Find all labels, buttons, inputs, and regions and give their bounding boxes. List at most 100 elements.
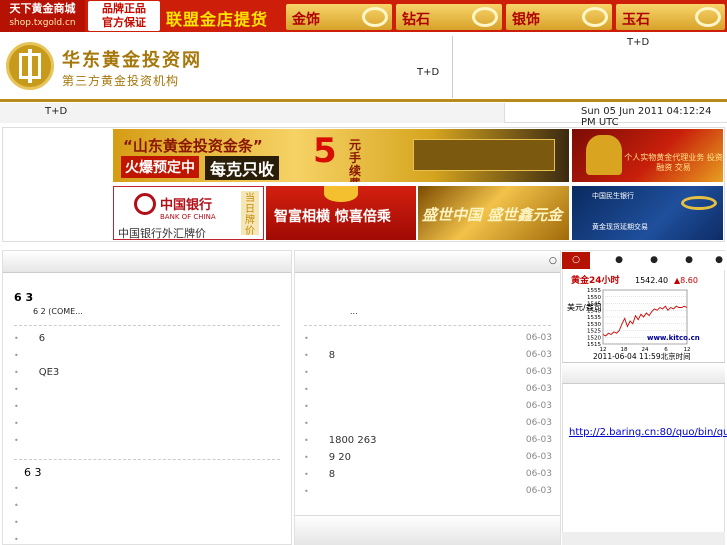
kitco-ytick: 1540 <box>587 308 601 314</box>
bullet-icon: • <box>304 470 309 479</box>
list-item[interactable]: • 06-03 <box>304 418 552 435</box>
list-item[interactable]: • <box>14 517 280 534</box>
quote-link[interactable]: http://2.baring.cn:80/quo/bin/quot <box>569 427 727 438</box>
kitco-plot-area: 15551550154515401535153015251520151512 18… <box>587 288 691 353</box>
list-item-title: 1800 263 <box>328 435 377 446</box>
kitco-title: 黄金24小时 <box>571 274 620 286</box>
list-item[interactable]: • 06-03 <box>304 384 552 401</box>
ad-per-gram: 每克只收 <box>205 156 280 180</box>
left-lead-summary[interactable]: 6 2 (COME... <box>33 307 83 316</box>
left-column-header <box>3 251 291 273</box>
list-item-title: 8 <box>328 350 336 361</box>
list-item[interactable]: • <box>14 483 280 500</box>
list-item-title: 8 <box>328 469 336 480</box>
list-item[interactable]: • QE3 <box>14 367 280 384</box>
shop-name: 天下黄金商城 <box>9 2 76 15</box>
left-news-list-2: • • • • <box>14 483 280 545</box>
kitco-ytick: 1545 <box>587 302 601 308</box>
list-item[interactable]: • <box>14 534 280 545</box>
bullet-icon: • <box>14 535 19 544</box>
category-label: 钻石 <box>402 12 430 28</box>
category-silver[interactable]: 银饰 <box>506 4 612 30</box>
list-item[interactable]: • <box>14 384 280 401</box>
left-lead-title[interactable]: 6 3 <box>14 291 33 304</box>
bullet-icon: • <box>304 368 309 377</box>
kitco-price: 1542.40 <box>635 276 668 285</box>
mid-column-footer <box>295 515 560 545</box>
list-item-title: QE3 <box>38 367 60 378</box>
list-item[interactable]: • 1800 263 06-03 <box>304 435 552 452</box>
diamond-ring-icon <box>472 7 498 27</box>
list-item[interactable]: • 06-03 <box>304 401 552 418</box>
list-item[interactable]: • 9 20 06-03 <box>304 452 552 469</box>
bullet-icon: • <box>304 402 309 411</box>
bullet-icon: • <box>14 334 19 343</box>
nav-td-link[interactable]: T+D <box>45 106 67 117</box>
key-icon <box>681 196 717 210</box>
bracelet-icon <box>582 7 608 27</box>
kitco-ytick: 1530 <box>587 322 601 328</box>
ad-bank-of-china-fx-rates[interactable]: 中国银行 BANK OF CHINA 中国银行外汇牌价 当日牌价 <box>113 186 264 240</box>
union-store-pickup-link[interactable]: 联盟金店提货 <box>166 6 268 30</box>
list-item[interactable]: • <box>14 418 280 435</box>
header-divider <box>452 36 453 98</box>
header-td-label: T+D <box>417 67 440 78</box>
boc-caption: 中国银行外汇牌价 <box>118 227 206 240</box>
list-item[interactable]: • 8 06-03 <box>304 350 552 367</box>
gold-bar-image <box>413 139 555 171</box>
list-item[interactable]: • <box>14 500 280 517</box>
shop-url: shop.txgold.cn <box>9 18 76 28</box>
category-jade[interactable]: 玉石 <box>616 4 725 30</box>
list-item[interactable]: • 8 06-03 <box>304 469 552 486</box>
list-item-date: 06-03 <box>525 435 552 445</box>
tab-1[interactable]: ○ <box>562 252 590 269</box>
list-item[interactable]: • <box>14 435 280 452</box>
ad-headline: “山东黄金投资金条” <box>123 137 263 155</box>
list-item-title: 9 20 <box>328 452 351 463</box>
kitco-ytick: 1550 <box>587 295 601 301</box>
list-item-date: 06-03 <box>525 333 552 343</box>
mid-lead-summary[interactable]: ... <box>350 307 358 316</box>
kitco-chart-svg: 黄金24小时 1542.40 ▲8.60 美元/盎司 1555155015451… <box>567 274 700 361</box>
kitco-ytick: 1520 <box>587 335 601 341</box>
list-item[interactable]: • 06-03 <box>304 367 552 384</box>
category-label: 玉石 <box>622 12 650 28</box>
left-lead2-title[interactable]: 6 3 <box>24 466 42 479</box>
tab-3[interactable]: ● <box>640 252 668 269</box>
list-item[interactable]: • <box>14 350 280 367</box>
list-item[interactable]: • 06-03 <box>304 333 552 350</box>
kitco-timestamp: 2011-06-04 11:59北京时间 <box>593 351 691 361</box>
bullet-icon: • <box>304 453 309 462</box>
site-logo-icon[interactable] <box>6 42 54 90</box>
bullet-icon: • <box>14 351 19 360</box>
ad-minsheng-bank[interactable]: 中国民生银行 黄金现货延期交易 <box>572 186 723 240</box>
ad-wisdom[interactable]: 智富相横 惊喜倍乘 <box>266 186 416 240</box>
divider <box>304 325 551 326</box>
category-gold-jewelry[interactable]: 金饰 <box>286 4 392 30</box>
ad-personal-text: 个人实物黄金代理业务 投资 融资 交易 <box>624 153 723 172</box>
shop-logo-link[interactable]: 天下黄金商城 shop.txgold.cn <box>0 0 85 32</box>
bullet-icon: • <box>14 385 19 394</box>
nav-bar-left <box>0 103 505 123</box>
boc-stamp: 当日牌价 <box>241 191 259 237</box>
list-item[interactable]: • 06-03 <box>304 486 552 503</box>
ad-wisdom-text: 智富相横 惊喜倍乘 <box>274 209 391 225</box>
brand-line-1: 品牌正品 <box>102 2 146 15</box>
category-label: 银饰 <box>512 12 540 28</box>
ad-hot-badge: 火爆预定中 <box>121 156 199 178</box>
ad-shandong-gold-bar[interactable]: “山东黄金投资金条” 火爆预定中 每克只收 5 元手续费 <box>113 129 569 182</box>
tab-5[interactable]: ● <box>705 252 727 269</box>
kitco-gold-chart[interactable]: 黄金24小时 1542.40 ▲8.60 美元/盎司 1555 1550 1545 1… <box>563 270 724 362</box>
ad-shengshi[interactable]: 盛世中国 盛世鑫元金 <box>418 186 569 240</box>
tab-2[interactable]: ● <box>605 252 633 269</box>
mid-header-marker-icon[interactable]: ○ <box>549 256 557 266</box>
brand-line-2: 官方保证 <box>102 16 146 29</box>
divider <box>14 459 280 460</box>
ad-personal-gold-agency[interactable]: 个人实物黄金代理业务 投资 融资 交易 <box>572 129 723 182</box>
list-item-date: 06-03 <box>525 401 552 411</box>
list-item[interactable]: • 6 <box>14 333 280 350</box>
mid-column-header <box>295 251 560 273</box>
category-diamond[interactable]: 钻石 <box>396 4 502 30</box>
list-item[interactable]: • <box>14 401 280 418</box>
tab-4[interactable]: ● <box>675 252 703 269</box>
